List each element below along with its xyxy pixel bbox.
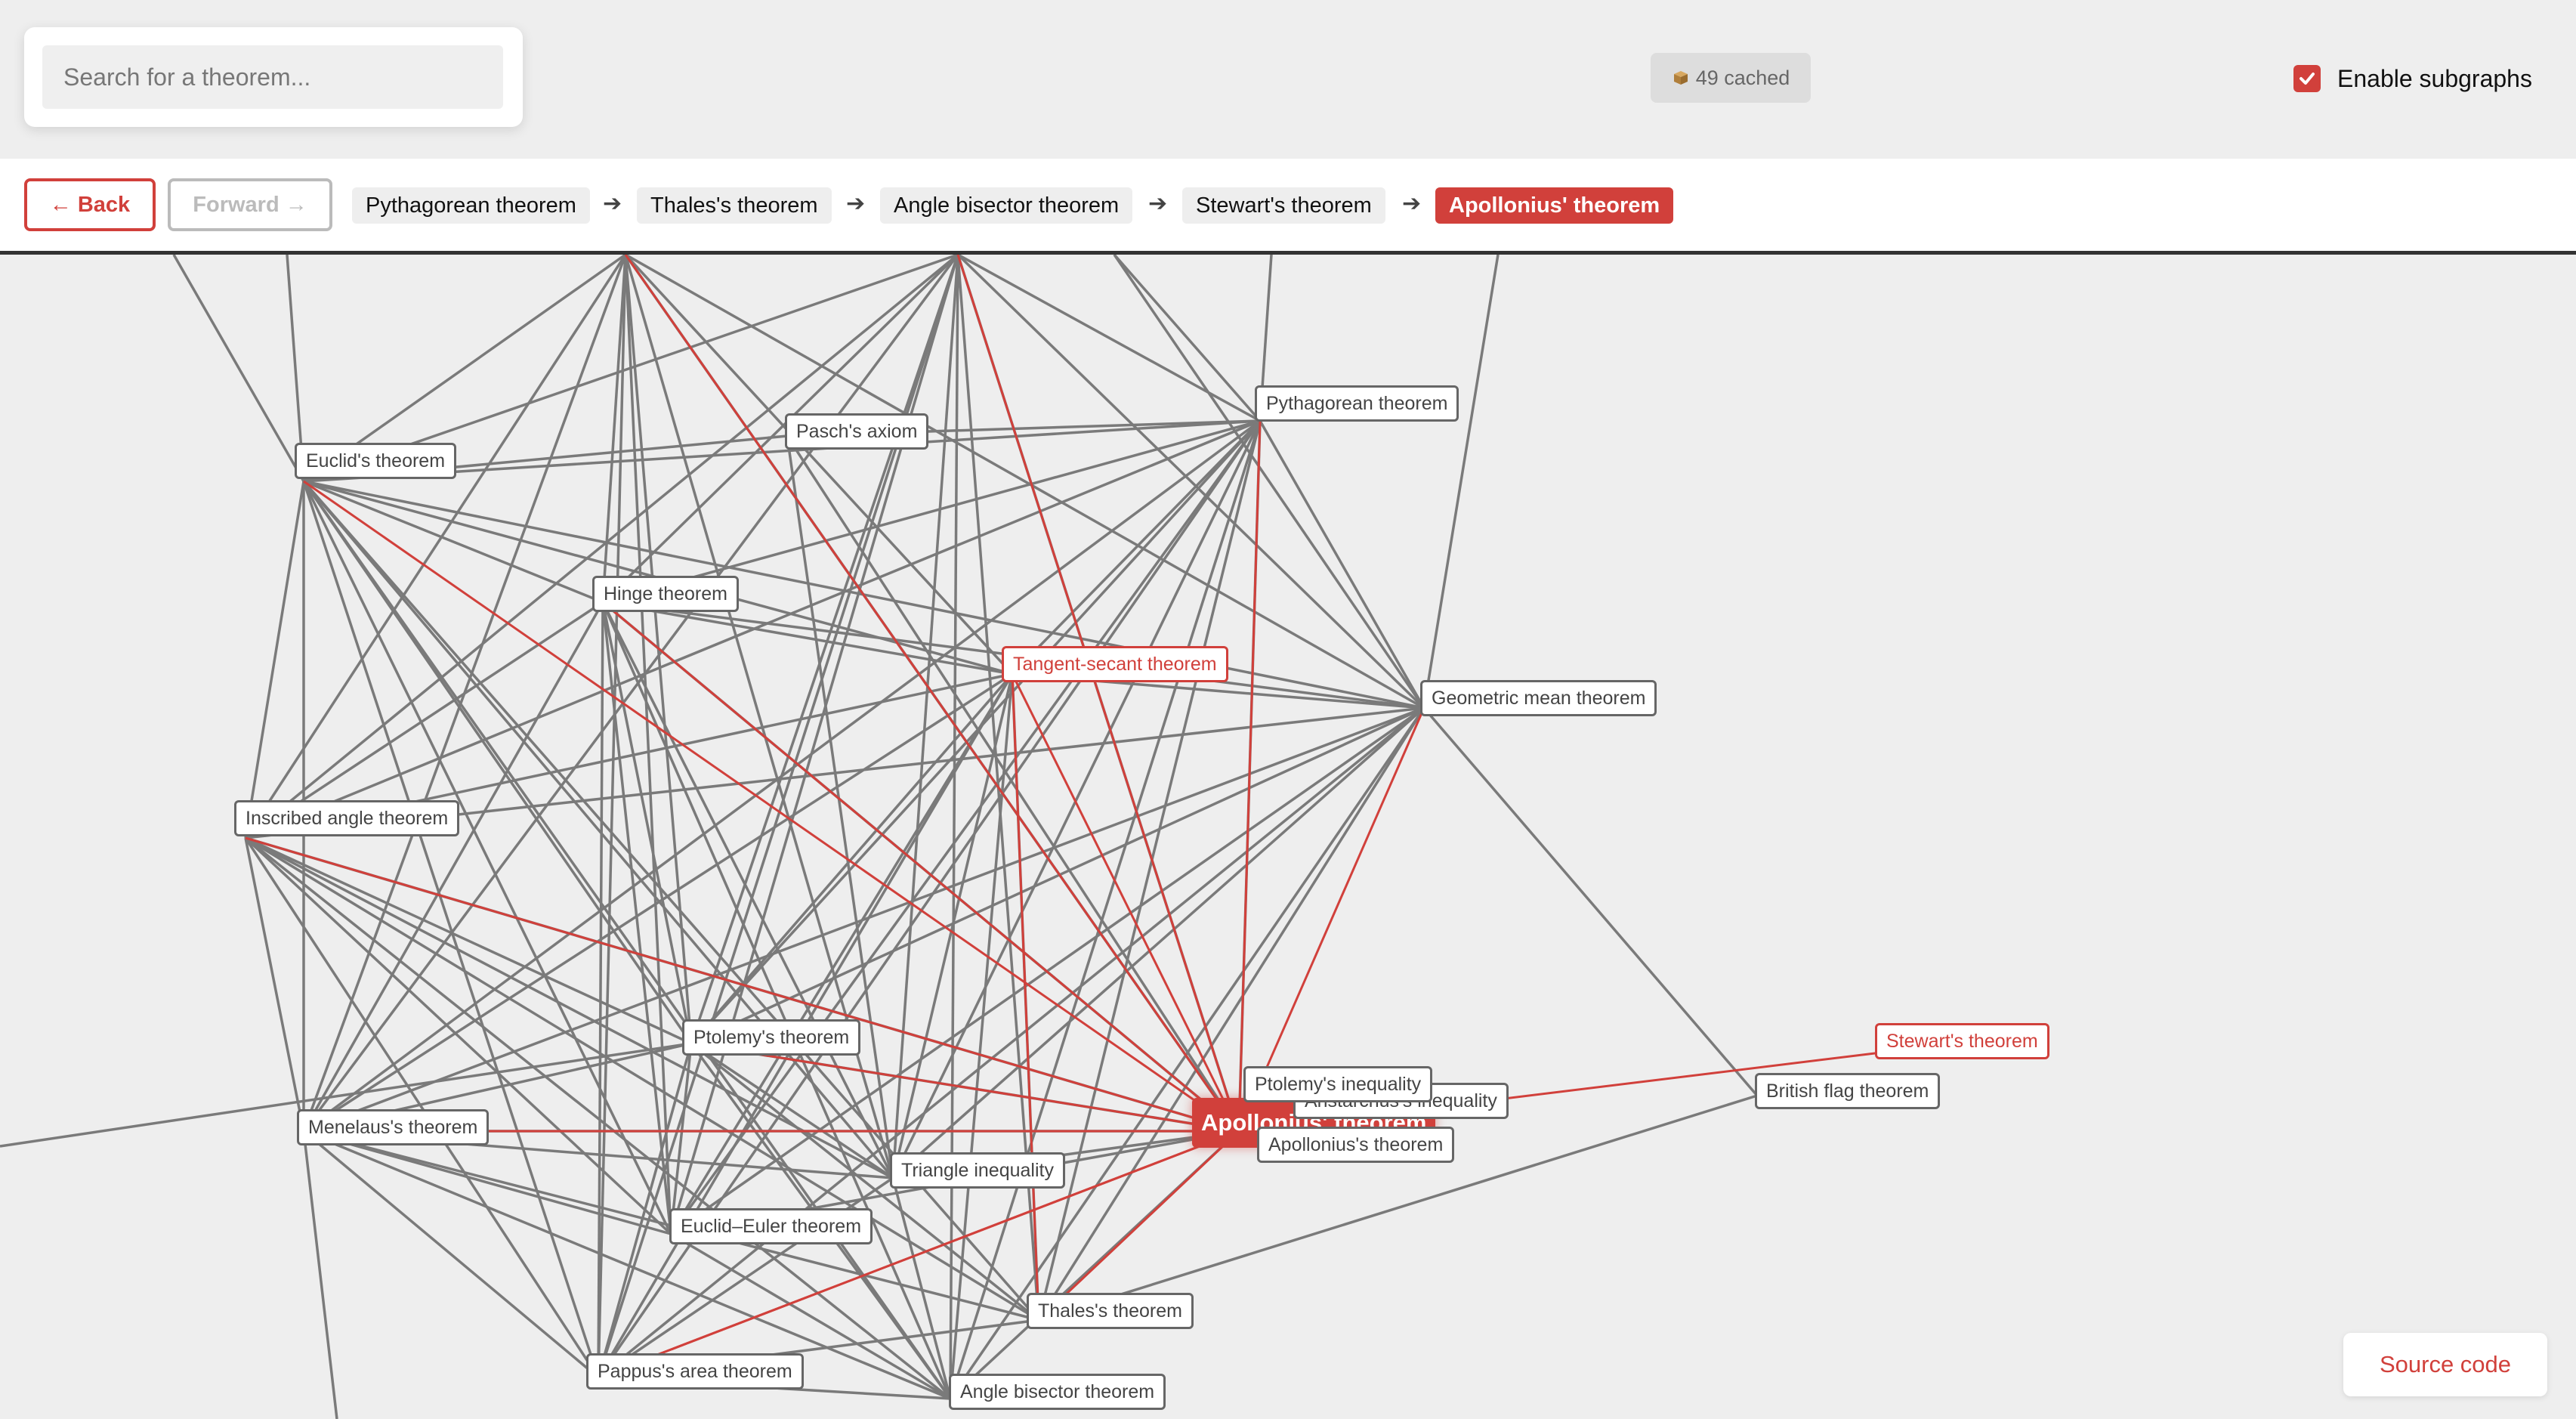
graph-edge (690, 672, 1014, 1045)
graph-edge (690, 706, 1425, 1045)
node-pythagorean-theorem[interactable]: Pythagorean theorem (1255, 385, 1459, 422)
node-stewarts-theorem[interactable]: Stewart's theorem (1875, 1023, 2049, 1059)
node-paschs-axiom[interactable]: Pasch's axiom (785, 413, 929, 450)
breadcrumb-arrow-icon: ➔ (846, 191, 866, 216)
graph-edge (1113, 255, 1425, 709)
node-geometric-mean-theorem[interactable]: Geometric mean theorem (1420, 680, 1657, 716)
breadcrumb-arrow-icon: ➔ (1402, 191, 1422, 216)
source-code-link[interactable]: Source code (2343, 1333, 2547, 1396)
breadcrumb-stewart[interactable]: Stewart's theorem (1182, 187, 1385, 224)
graph-edge (949, 420, 1262, 1399)
search-input[interactable] (42, 45, 503, 109)
forward-button[interactable]: Forward → (168, 178, 332, 231)
graph-edge (601, 601, 894, 1179)
subgraph-checkbox[interactable] (2293, 65, 2321, 92)
graph-edge (1011, 673, 1040, 1321)
breadcrumb-angle-bisector[interactable]: Angle bisector theorem (880, 187, 1133, 224)
graph-edge (625, 255, 1425, 710)
cache-count: 49 cached (1695, 66, 1790, 89)
node-thales-theorem[interactable]: Thales's theorem (1027, 1293, 1194, 1329)
breadcrumb-arrow-icon: ➔ (603, 191, 622, 216)
breadcrumb-pythagorean[interactable]: Pythagorean theorem (352, 187, 590, 224)
graph-edge (690, 1042, 894, 1179)
graph-edge (302, 1130, 338, 1419)
node-apolloniuss-theorem[interactable]: Apollonius's theorem (1257, 1127, 1455, 1163)
graph-edge (690, 1042, 1240, 1133)
node-ptolemys-inequality[interactable]: Ptolemy's inequality (1243, 1066, 1433, 1102)
graph-edge (1422, 706, 1759, 1097)
subgraph-toggle[interactable]: Enable subgraphs (2293, 62, 2532, 95)
node-british-flag-theorem[interactable]: British flag theorem (1755, 1073, 1941, 1109)
node-ptolemys-theorem[interactable]: Ptolemy's theorem (682, 1019, 861, 1056)
cache-badge: 49 cached (1651, 53, 1811, 103)
history-bar: ← Back Forward → Pythagorean theorem ➔ T… (0, 159, 2576, 255)
breadcrumb-arrow-icon: ➔ (1148, 191, 1168, 216)
breadcrumb-thales[interactable]: Thales's theorem (637, 187, 832, 224)
graph-edge (1422, 255, 1500, 709)
node-euclids-theorem[interactable]: Euclid's theorem (295, 443, 457, 479)
node-hinge-theorem[interactable]: Hinge theorem (592, 576, 739, 612)
search-panel (24, 27, 523, 127)
node-tangent-secant-theorem[interactable]: Tangent-secant theorem (1002, 646, 1228, 682)
check-icon (2300, 73, 2315, 85)
graph-edge (1259, 420, 1425, 709)
graph-edge (172, 255, 305, 482)
graph-edge (602, 419, 1261, 604)
subgraph-label: Enable subgraphs (2337, 64, 2532, 92)
breadcrumb-apollonius[interactable]: Apollonius' theorem (1435, 187, 1674, 224)
graph-edge (302, 480, 952, 1400)
node-inscribed-angle-theorem[interactable]: Inscribed angle theorem (234, 800, 460, 836)
theorem-graph[interactable]: Pythagorean theorem Pasch's axiom Euclid… (0, 255, 2576, 1419)
node-angle-bisector-theorem[interactable]: Angle bisector theorem (949, 1374, 1166, 1410)
node-menelaus-theorem[interactable]: Menelaus's theorem (297, 1109, 490, 1145)
node-pappus-area-theorem[interactable]: Pappus's area theorem (586, 1353, 804, 1390)
graph-edge (244, 481, 305, 839)
graph-edge (1011, 419, 1262, 675)
back-button[interactable]: ← Back (24, 178, 156, 231)
graph-edge (624, 255, 1240, 1132)
package-icon (1673, 71, 1688, 85)
graph-edges (0, 255, 1882, 1419)
graph-edge (1113, 255, 1262, 422)
node-euclid-euler-theorem[interactable]: Euclid–Euler theorem (669, 1208, 873, 1244)
node-triangle-inequality[interactable]: Triangle inequality (890, 1152, 1065, 1189)
